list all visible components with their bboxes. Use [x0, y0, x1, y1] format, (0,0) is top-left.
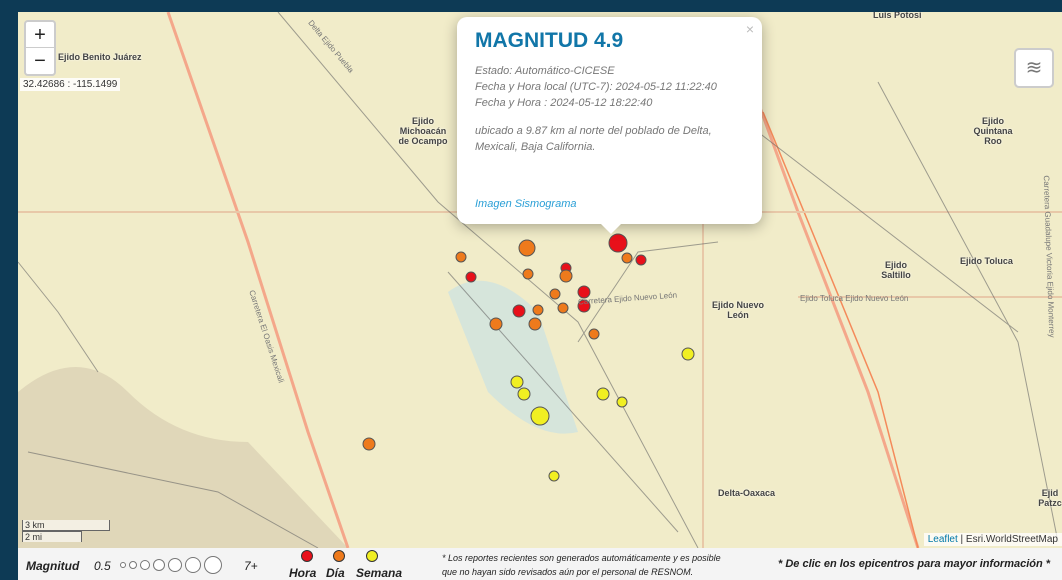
epicenter-marker-dia[interactable]: [489, 317, 503, 331]
zoom-control: + −: [24, 20, 56, 76]
leaflet-link[interactable]: Leaflet: [928, 534, 958, 545]
layers-icon: ≋: [1025, 57, 1043, 79]
zoom-out-button[interactable]: −: [26, 48, 54, 74]
road-label: Ejido Toluca Ejido Nuevo León: [800, 294, 909, 303]
epicenter-marker-dia[interactable]: [532, 304, 544, 316]
epicenter-marker-hora[interactable]: [465, 271, 477, 283]
place-label: Ejido Nuevo León: [711, 300, 764, 320]
epicenter-marker-semana[interactable]: [681, 347, 695, 361]
coordinates-readout: 32.42686 : -115.1499: [20, 78, 121, 91]
magnitude-size-circle: [185, 557, 201, 573]
earthquake-popup: × MAGNITUD 4.9 Estado: Automático-CICESE…: [457, 17, 762, 234]
magnitude-size-circle: [204, 556, 222, 574]
magnitude-min: 0.5: [94, 559, 111, 573]
epicenter-marker-dia[interactable]: [559, 269, 573, 283]
magnitude-size-circle: [129, 561, 137, 569]
popup-estado: Estado: Automático-CICESE: [475, 65, 615, 77]
epicenter-marker-dia[interactable]: [588, 328, 600, 340]
semana-label: Semana: [356, 566, 403, 580]
epicenter-marker-hora[interactable]: [512, 304, 526, 318]
place-label: Delta-Oaxaca: [718, 488, 776, 498]
scale-bar: 3 km 2 mi: [22, 520, 110, 542]
place-label: Ejid Patzc: [1038, 488, 1062, 508]
magnitude-size-circle: [153, 559, 165, 571]
scale-km: 3 km: [22, 520, 110, 531]
place-label: Ejido Michoacán de Ocampo: [398, 116, 448, 146]
legend-bar: Magnitud 0.5 7+ Hora Día Semana * Los re…: [18, 548, 1062, 580]
hora-dot: [301, 550, 313, 562]
scale-mi: 2 mi: [22, 531, 82, 542]
place-label: Ejido Benito Juárez: [58, 52, 142, 62]
epicenter-marker-semana[interactable]: [596, 387, 610, 401]
epicenter-marker-semana[interactable]: [548, 470, 560, 482]
epicenter-marker-hora[interactable]: [635, 254, 647, 266]
note-line-1: * Los reportes recientes son generados a…: [442, 553, 721, 563]
epicenter-marker-dia[interactable]: [362, 437, 376, 451]
epicenter-marker-dia[interactable]: [518, 239, 536, 257]
semana-dot: [366, 550, 378, 562]
epicenter-marker-semana[interactable]: [517, 387, 531, 401]
epicenter-marker-semana[interactable]: [616, 396, 628, 408]
epicenter-marker-semana[interactable]: [510, 375, 524, 389]
place-label: Luis Potosí: [873, 12, 922, 20]
magnitude-max: 7+: [244, 559, 258, 573]
popup-utc-time: Fecha y Hora : 2024-05-12 18:22:40: [475, 97, 653, 109]
popup-location: ubicado a 9.87 km al norte del poblado d…: [475, 125, 712, 153]
place-label: Ejido Saltillo: [881, 260, 911, 280]
epicenter-marker-dia[interactable]: [522, 268, 534, 280]
zoom-in-button[interactable]: +: [26, 22, 54, 48]
magnitude-size-circle: [140, 560, 150, 570]
layers-button[interactable]: ≋: [1014, 48, 1054, 88]
magnitude-label: Magnitud: [26, 559, 80, 573]
magnitude-size-circle: [120, 562, 126, 568]
epicenter-marker-dia[interactable]: [549, 288, 561, 300]
epicenter-marker-dia[interactable]: [557, 302, 569, 314]
attribution-source: Esri.WorldStreetMap: [965, 534, 1058, 545]
note-line-2: que no hayan sido revisados aún por el p…: [442, 567, 694, 577]
dia-dot: [333, 550, 345, 562]
seismogram-link[interactable]: Imagen Sismograma: [475, 198, 577, 210]
attribution: Leaflet | Esri.WorldStreetMap: [923, 533, 1062, 546]
dia-label: Día: [326, 566, 345, 580]
popup-local-time: Fecha y Hora local (UTC-7): 2024-05-12 1…: [475, 81, 717, 93]
epicenter-marker-dia[interactable]: [528, 317, 542, 331]
place-label: Ejido Toluca: [960, 256, 1013, 266]
map[interactable]: + − 32.42686 : -115.1499 ≋ Ejido Benito …: [18, 12, 1062, 548]
hora-label: Hora: [289, 566, 317, 580]
popup-title: MAGNITUD 4.9: [475, 29, 624, 52]
close-icon[interactable]: ×: [746, 21, 754, 37]
epicenter-marker-semana[interactable]: [530, 406, 550, 426]
place-label: Ejido Quintana Roo: [973, 116, 1013, 146]
magnitude-size-circle: [168, 558, 182, 572]
epicenter-marker-hora[interactable]: [608, 233, 628, 253]
epicenter-marker-dia[interactable]: [455, 251, 467, 263]
click-hint: * De clic en los epicentros para mayor i…: [778, 558, 1051, 570]
epicenter-marker-dia[interactable]: [621, 252, 633, 264]
